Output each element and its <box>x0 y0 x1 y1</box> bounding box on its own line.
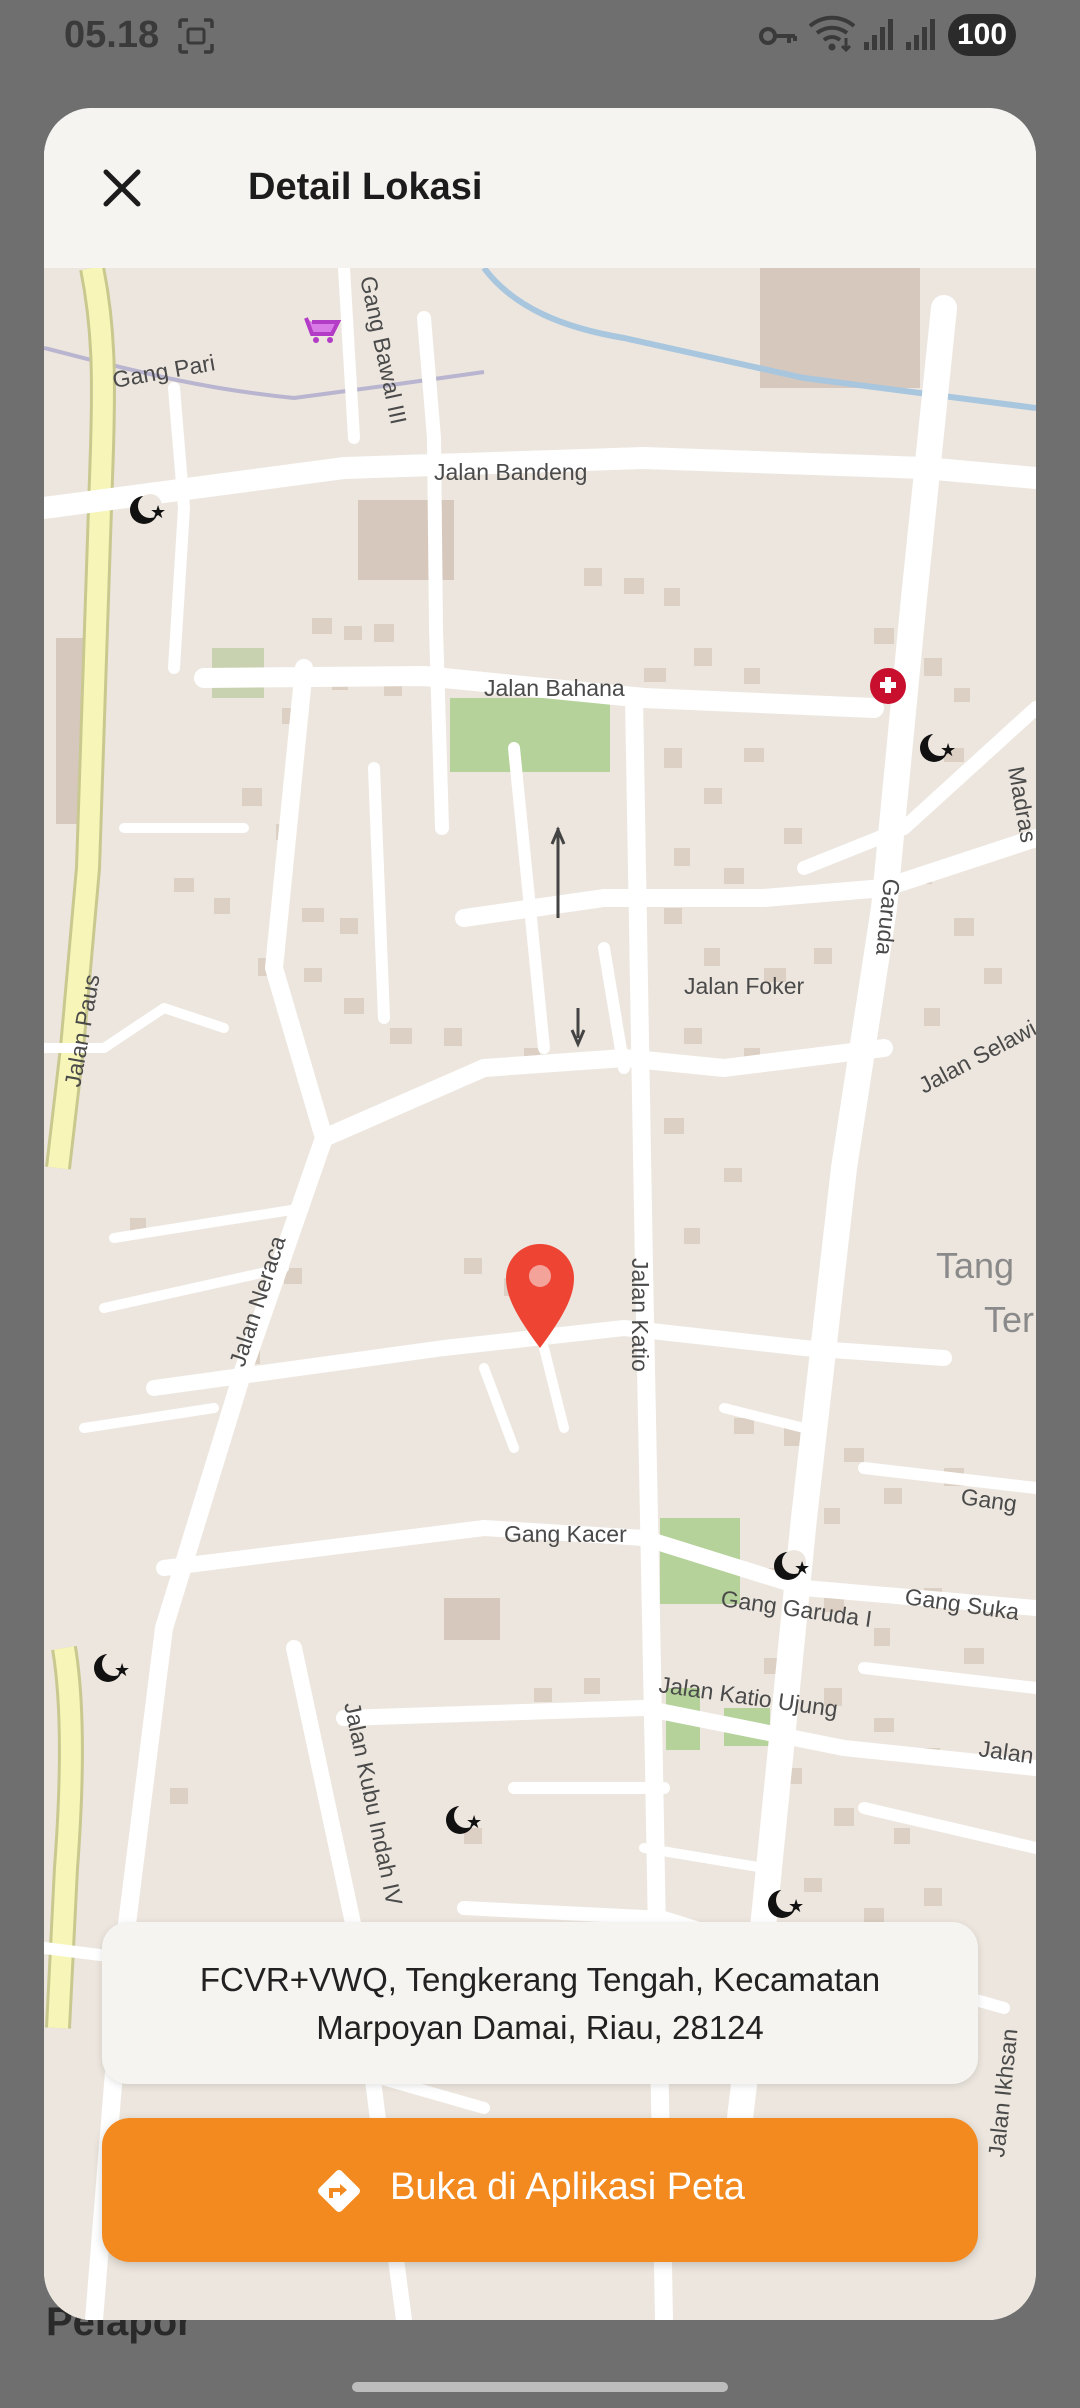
svg-text:★: ★ <box>114 1660 130 1680</box>
status-time: 05.18 <box>64 14 160 56</box>
close-icon[interactable] <box>94 160 150 216</box>
street-labels: Gang Pari Gang Bawal III Jalan Bandeng J… <box>59 274 1036 2159</box>
home-indicator[interactable] <box>352 2382 728 2392</box>
wifi-icon <box>808 15 856 53</box>
mosque-icon: ★ <box>446 1804 482 1834</box>
building <box>444 1598 500 1640</box>
directions-icon <box>318 2170 360 2212</box>
vpn-key-icon <box>759 27 797 45</box>
street-label: Gang Bawal III <box>355 274 412 427</box>
street-label: Jalan Katio <box>627 1258 653 1372</box>
area-label: Tang <box>936 1245 1014 1286</box>
hospital-icon <box>870 668 906 704</box>
open-in-maps-button[interactable]: Buka di Aplikasi Peta <box>102 2118 978 2262</box>
address-text: FCVR+VWQ, Tengkerang Tengah, Kecamatan M… <box>142 1956 938 2052</box>
park-area <box>450 698 610 772</box>
street-label: Madras <box>1003 764 1036 844</box>
svg-text:★: ★ <box>940 740 956 760</box>
svg-text:★: ★ <box>150 502 166 522</box>
street-label: Gang Suka <box>903 1583 1021 1625</box>
signal-icon <box>906 19 935 50</box>
signal-icon <box>864 19 893 50</box>
mosque-icon: ★ <box>920 732 956 762</box>
address-line-2: Marpoyan Damai, Riau, 28124 <box>316 2009 764 2046</box>
screenshot-icon <box>178 18 214 54</box>
street-label: Jalan Foker <box>684 973 805 999</box>
svg-text:★: ★ <box>788 1896 804 1916</box>
svg-text:★: ★ <box>466 1812 482 1832</box>
street-label: Jalan Selawi <box>914 1015 1036 1099</box>
address-card: FCVR+VWQ, Tengkerang Tengah, Kecamatan M… <box>102 1922 978 2084</box>
building <box>760 268 920 388</box>
shop-icon <box>304 317 342 343</box>
area-label: Ter <box>984 1299 1034 1340</box>
main-road <box>48 1646 81 2029</box>
svg-text:★: ★ <box>794 1558 810 1578</box>
street-label: Jalan Bandeng <box>434 459 587 485</box>
location-detail-sheet: Gang Pari Gang Bawal III Jalan Bandeng J… <box>44 108 1036 2320</box>
street-label: Gang Kacer <box>504 1521 627 1547</box>
sheet-header: Detail Lokasi <box>44 108 1036 268</box>
page-title: Detail Lokasi <box>248 166 483 208</box>
street-label: Jalan Bahana <box>484 675 625 701</box>
mosque-icon: ★ <box>94 1652 130 1682</box>
address-line-1: FCVR+VWQ, Tengkerang Tengah, Kecamatan <box>199 1961 881 1998</box>
battery-indicator: 100 <box>948 14 1016 56</box>
open-in-maps-label: Buka di Aplikasi Peta <box>390 2166 745 2208</box>
street-label: Jalan Ikhsan <box>983 2027 1022 2158</box>
status-bar: 05.18 100 <box>0 0 1080 72</box>
